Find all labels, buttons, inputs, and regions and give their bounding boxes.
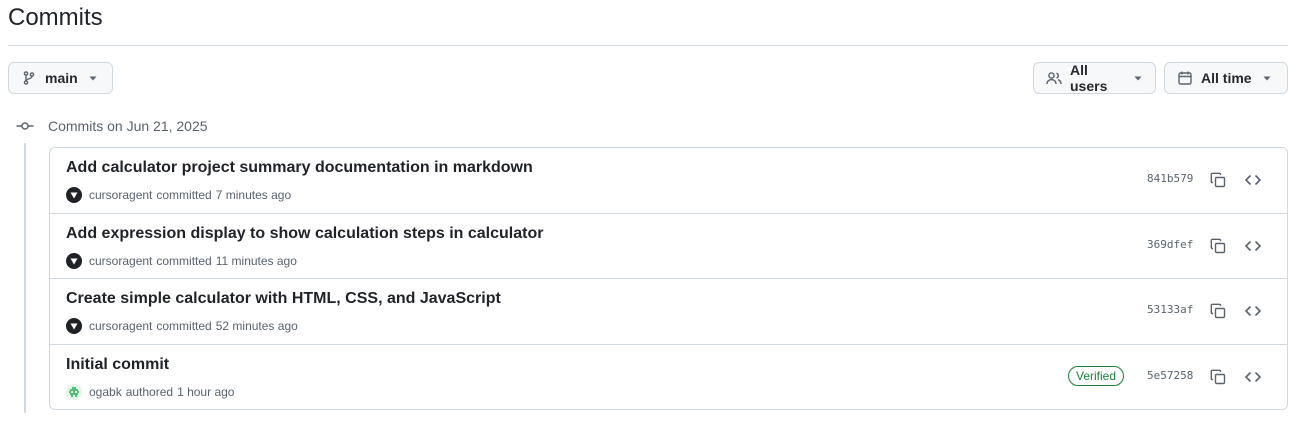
users-filter-button[interactable]: All users [1033, 62, 1156, 94]
commit-action: committed [156, 188, 212, 202]
code-icon[interactable] [1242, 235, 1264, 257]
copy-icon[interactable] [1207, 366, 1229, 388]
author-link[interactable]: cursoragent [89, 254, 152, 268]
commit-time: 52 minutes ago [215, 319, 298, 333]
commit-sha-link[interactable]: 369dfef [1147, 238, 1193, 251]
avatar[interactable] [66, 252, 82, 269]
commit-action: authored [125, 384, 174, 399]
commit-list: Add calculator project summary documenta… [49, 147, 1288, 410]
commit-message-link[interactable]: Add calculator project summary documenta… [66, 159, 533, 177]
commit-sha-link[interactable]: 841b579 [1147, 172, 1193, 185]
commit-meta: cursoragent committed 11 minutes ago [66, 252, 297, 270]
caret-down-icon [1262, 73, 1272, 83]
author-link[interactable]: cursoragent [89, 188, 152, 202]
git-commit-icon [16, 118, 34, 134]
commit-row: Add expression display to show calculati… [50, 214, 1287, 279]
commit-group-header: Commits on Jun 21, 2025 [16, 116, 208, 136]
time-filter-label: All time [1201, 70, 1252, 86]
commit-time: 7 minutes ago [215, 188, 292, 202]
page-title: Commits [8, 4, 103, 31]
commit-action: committed [156, 253, 212, 268]
commit-row: Initial commit ogabk authored 1 hour ago… [50, 345, 1287, 410]
copy-icon[interactable] [1207, 235, 1229, 257]
time-filter-button[interactable]: All time [1164, 62, 1288, 94]
caret-down-icon [88, 73, 98, 83]
timeline-line [24, 143, 26, 413]
commit-message-link[interactable]: Add expression display to show calculati… [66, 225, 543, 243]
commit-meta: ogabk authored 1 hour ago [66, 383, 234, 401]
commit-message-link[interactable]: Create simple calculator with HTML, CSS,… [66, 290, 501, 308]
calendar-icon [1177, 70, 1193, 86]
author-link[interactable]: cursoragent [89, 319, 152, 333]
commit-row: Add calculator project summary documenta… [50, 148, 1287, 214]
branch-select-button[interactable]: main [8, 62, 113, 94]
code-icon[interactable] [1242, 300, 1264, 322]
avatar[interactable] [66, 187, 82, 203]
people-icon [1046, 70, 1062, 86]
copy-icon[interactable] [1207, 300, 1229, 322]
avatar[interactable] [66, 318, 82, 334]
code-icon[interactable] [1242, 366, 1264, 388]
code-icon[interactable] [1242, 169, 1264, 191]
commit-row: Create simple calculator with HTML, CSS,… [50, 279, 1287, 345]
commit-action: committed [156, 319, 212, 333]
commit-message-link[interactable]: Initial commit [66, 356, 169, 374]
commit-time: 1 hour ago [177, 384, 235, 399]
commit-sha-link[interactable]: 53133af [1147, 303, 1193, 316]
commit-time: 11 minutes ago [215, 253, 297, 268]
branch-label: main [45, 70, 78, 86]
users-filter-label: All users [1070, 62, 1108, 94]
author-link[interactable]: ogabk [89, 385, 122, 399]
commit-meta: cursoragent committed 7 minutes ago [66, 186, 291, 204]
caret-down-icon [1133, 73, 1143, 83]
copy-icon[interactable] [1207, 169, 1229, 191]
commit-sha-link[interactable]: 5e57258 [1147, 369, 1193, 382]
verified-badge[interactable]: Verified [1068, 365, 1125, 386]
commit-meta: cursoragent committed 52 minutes ago [66, 317, 298, 335]
avatar[interactable] [66, 383, 82, 400]
git-branch-icon [21, 70, 37, 86]
commit-group-date: Commits on Jun 21, 2025 [48, 118, 208, 134]
title-divider [8, 45, 1288, 46]
